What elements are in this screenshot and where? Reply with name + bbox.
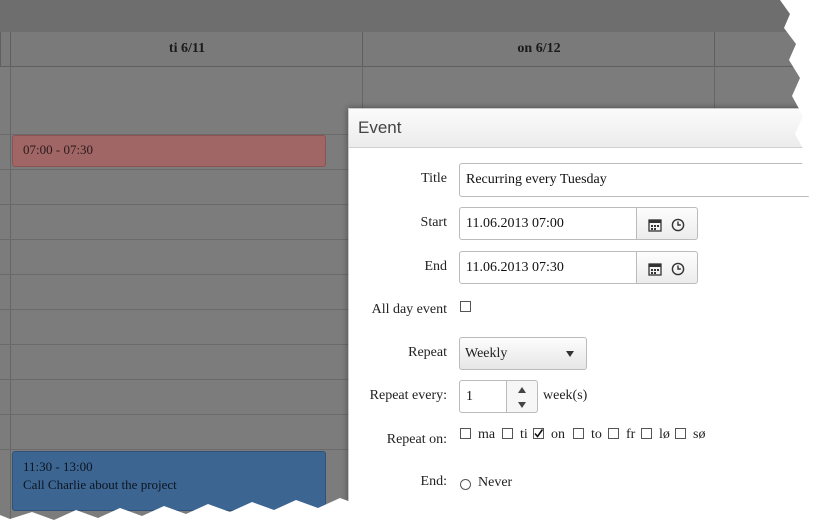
title-input[interactable]: Recurring every Tuesday xyxy=(459,163,814,197)
day-header-wed[interactable]: on 6/12 xyxy=(362,32,715,67)
arrow-up-icon[interactable] xyxy=(518,387,526,393)
allday-label: All day event xyxy=(371,302,447,317)
day-header-tue[interactable]: ti 6/11 xyxy=(10,32,363,67)
end-rule-label: End: xyxy=(420,474,447,489)
repeat-every-label: Repeat every: xyxy=(369,388,447,403)
weekday-checkbox-lo[interactable] xyxy=(641,428,652,439)
repeat-every-unit: week(s) xyxy=(543,388,588,403)
repeat-label: Repeat xyxy=(408,345,447,360)
title-label: Title xyxy=(421,171,447,186)
weekday-checkbox-on[interactable] xyxy=(533,428,544,439)
day-header-thu[interactable] xyxy=(714,32,814,67)
weekday-label-fr: fr xyxy=(626,427,636,442)
end-never-radio[interactable] xyxy=(460,479,471,490)
repeat-select-value: Weekly xyxy=(465,346,508,361)
allday-checkbox[interactable] xyxy=(460,301,471,312)
dialog-title: Event xyxy=(349,109,814,148)
event-title: Call Charlie about the project xyxy=(23,477,177,492)
weekday-label-to: to xyxy=(591,427,602,442)
event-time: 11:30 - 13:00 xyxy=(23,459,93,474)
repeat-select[interactable]: Weekly xyxy=(459,337,587,370)
calendar-toolbar xyxy=(0,0,814,33)
arrow-down-icon[interactable] xyxy=(518,402,526,408)
weekday-label-ma: ma xyxy=(478,427,496,442)
calendar-icon[interactable] xyxy=(648,218,662,232)
calendar-event[interactable]: 07:00 - 07:30 xyxy=(12,135,326,167)
weekday-label-so: sø xyxy=(693,427,706,442)
repeat-every-input[interactable]: 1 xyxy=(459,380,507,413)
weekday-checkbox-to[interactable] xyxy=(573,428,584,439)
event-time: 07:00 - 07:30 xyxy=(23,142,94,157)
calendar-event[interactable]: 11:30 - 13:00 Call Charlie about the pro… xyxy=(12,451,326,511)
event-dialog: Event Title Recurring every Tuesday Star… xyxy=(348,108,814,520)
weekday-checkbox-fr[interactable] xyxy=(608,428,619,439)
clock-icon[interactable] xyxy=(671,262,685,276)
calendar-icon[interactable] xyxy=(648,262,662,276)
start-datetime-input[interactable]: 11.06.2013 07:00 xyxy=(459,207,637,240)
start-picker-button[interactable] xyxy=(637,207,698,240)
weekday-checkbox-ti[interactable] xyxy=(502,428,513,439)
screenshot-frame: ti 6/11 on 6/12 07:00 - 07:30 11:30 - 13… xyxy=(0,0,814,520)
weekday-checkbox-ma[interactable] xyxy=(460,428,471,439)
weekday-label-on: on xyxy=(551,427,565,442)
caret-down-icon xyxy=(566,351,574,357)
repeat-on-label: Repeat on: xyxy=(386,432,447,447)
start-label: Start xyxy=(420,215,447,230)
weekday-checkbox-so[interactable] xyxy=(675,428,686,439)
end-datetime-input[interactable]: 11.06.2013 07:30 xyxy=(459,251,637,284)
checkmark-icon xyxy=(534,429,544,438)
clock-icon[interactable] xyxy=(671,218,685,232)
repeat-every-spinner[interactable] xyxy=(507,380,538,413)
end-never-label: Never xyxy=(478,475,513,490)
end-label: End xyxy=(424,259,447,274)
end-picker-button[interactable] xyxy=(637,251,698,284)
weekday-label-ti: ti xyxy=(520,427,528,442)
weekday-label-lo: lø xyxy=(659,427,670,442)
